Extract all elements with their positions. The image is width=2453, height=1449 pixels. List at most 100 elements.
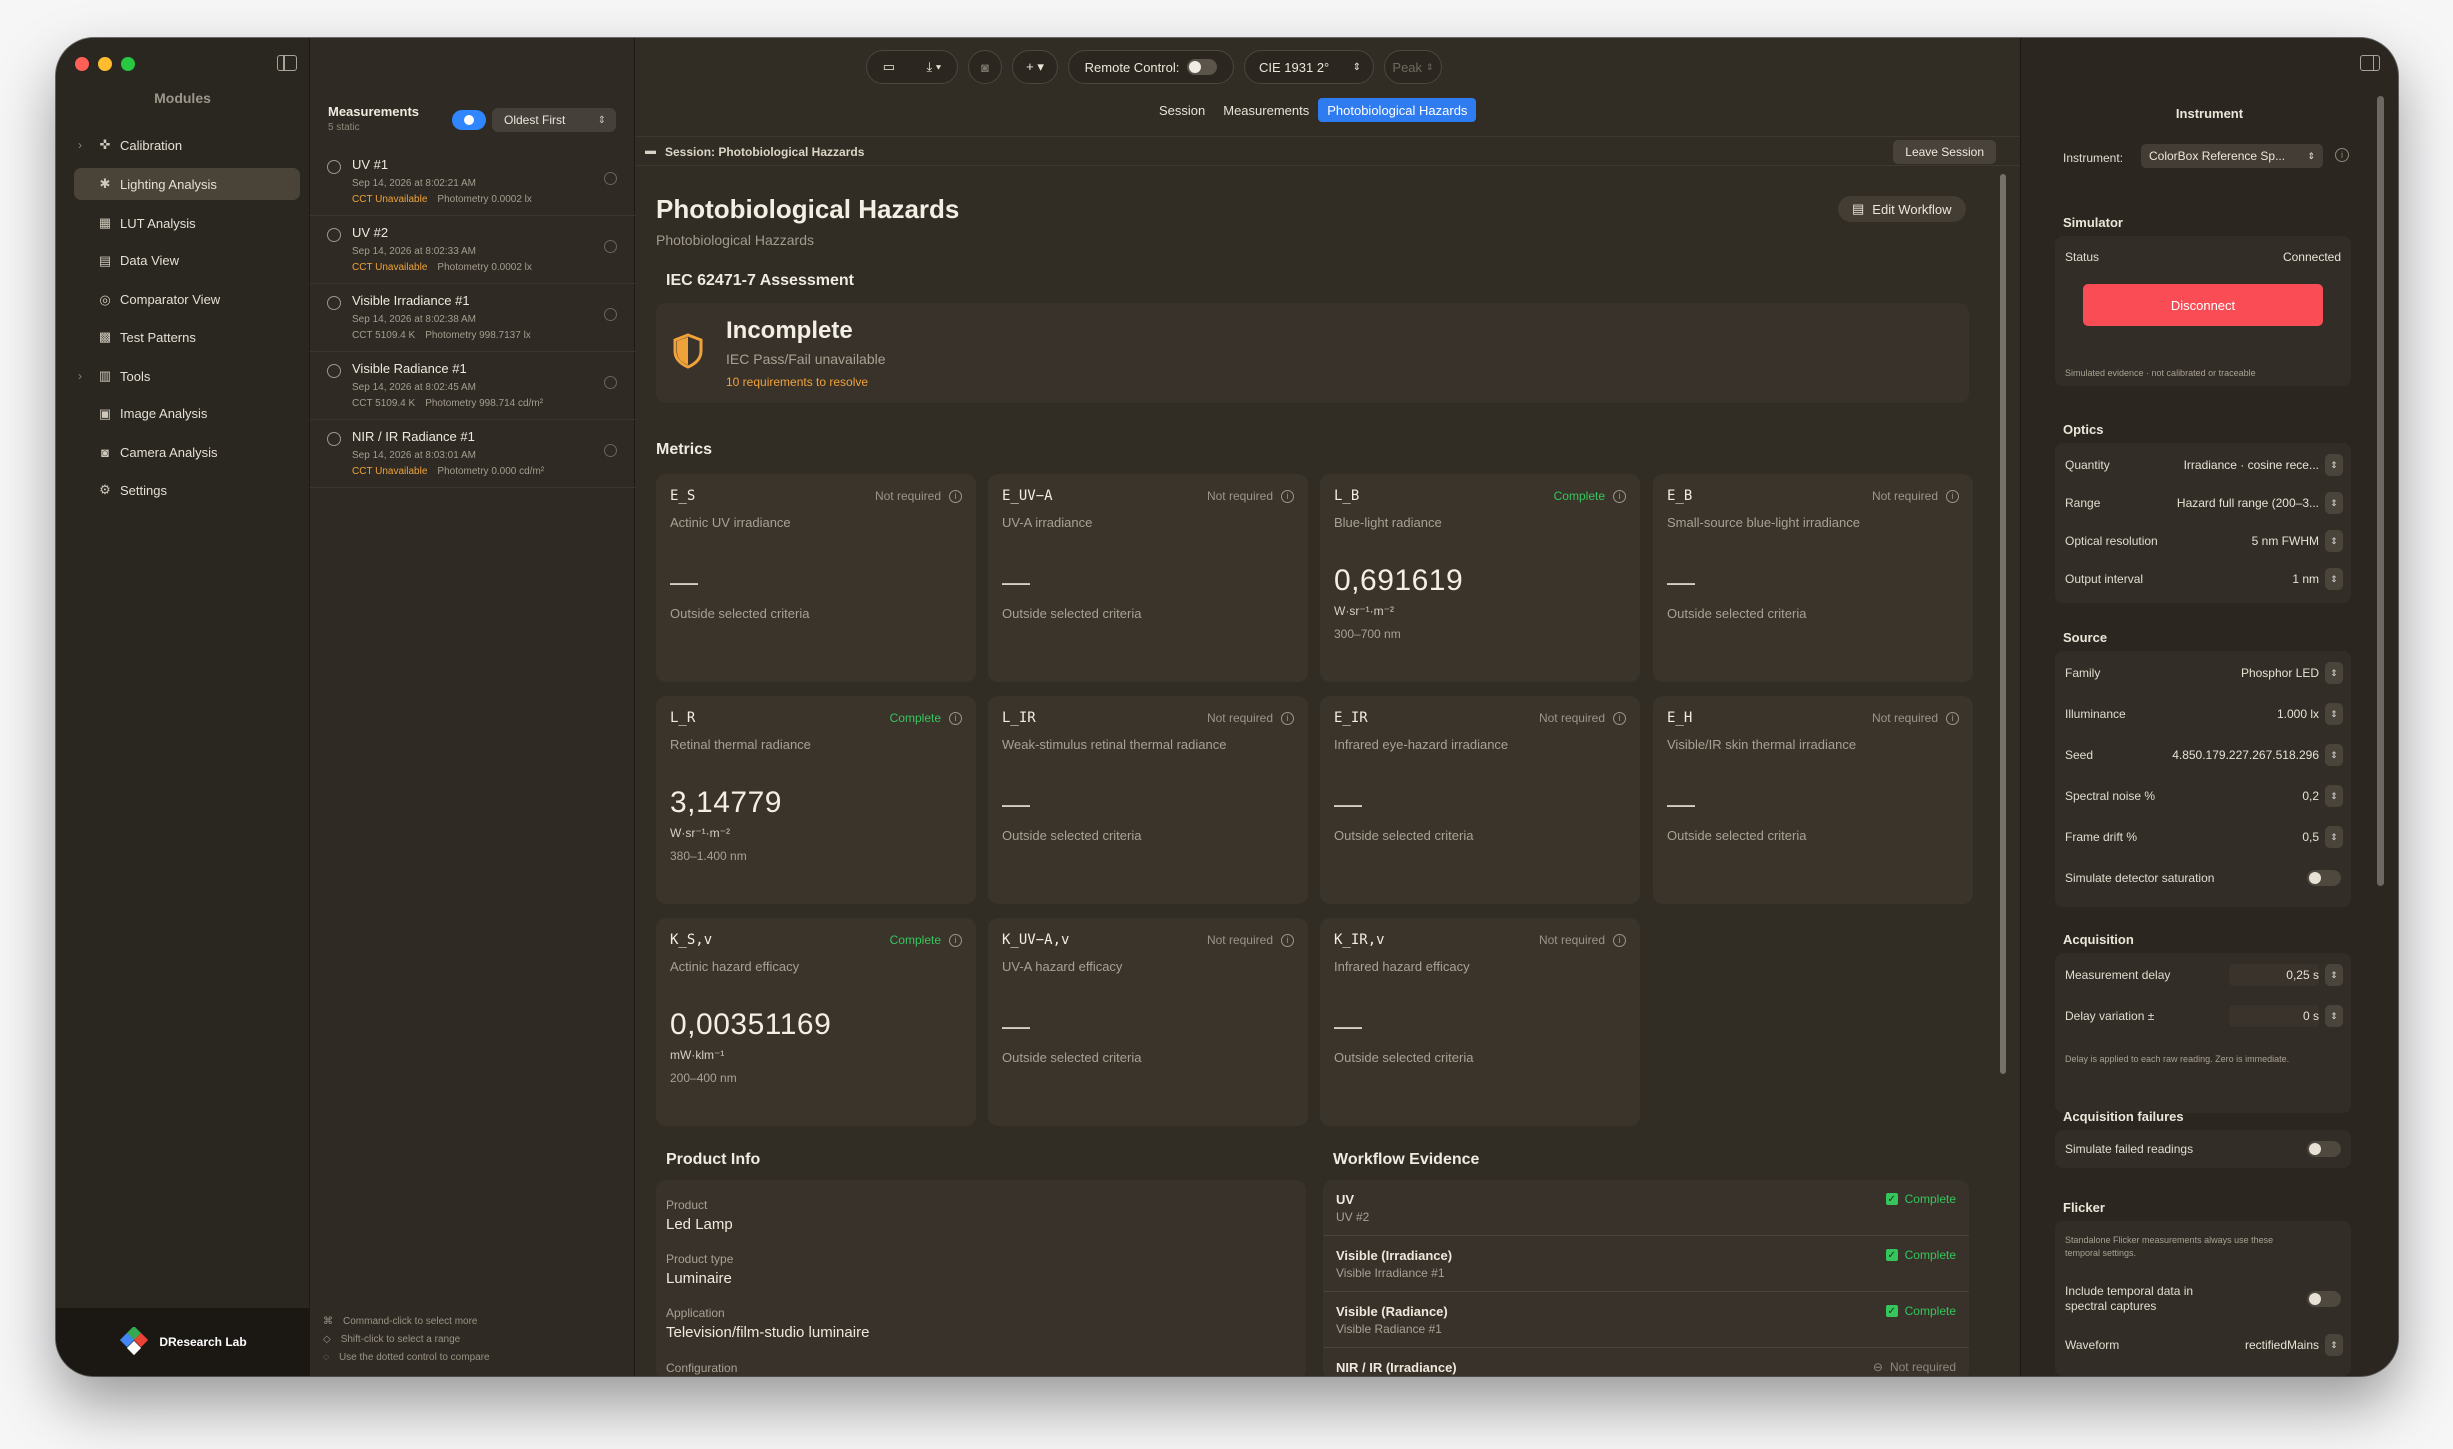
metric-card[interactable]: E_B Not required i Small-source blue-light …: [1653, 474, 1973, 682]
metric-card[interactable]: E_S Not required i Actinic UV irradiance — Ou…: [656, 474, 976, 682]
sidebar-item-image-analysis[interactable]: ▣ Image Analysis: [74, 398, 300, 430]
peak-select[interactable]: Peak ⇕: [1384, 50, 1442, 84]
info-icon[interactable]: i: [1281, 489, 1294, 503]
measurements-header: Measurements 5 static: [328, 104, 419, 133]
updown-chevron-icon[interactable]: ⇕: [2325, 662, 2343, 684]
updown-chevron-icon[interactable]: ⇕: [2325, 1005, 2343, 1027]
updown-chevron-icon[interactable]: ⇕: [2325, 492, 2343, 514]
evidence-row[interactable]: Visible (Radiance) Visible Radiance #1 ✓…: [1323, 1292, 1969, 1348]
instrument-select[interactable]: ColorBox Reference Sp... ⇕: [2141, 144, 2323, 168]
sidebar-item-lut-analysis[interactable]: ▦ LUT Analysis: [74, 207, 300, 239]
updown-chevron-icon[interactable]: ⇕: [2325, 744, 2343, 766]
remote-control-switch[interactable]: [1187, 59, 1218, 75]
measurement-row[interactable]: UV #2 Sep 14, 2026 at 8:02:33 AM CCT Unava…: [310, 216, 635, 284]
saturation-toggle[interactable]: [2307, 870, 2341, 886]
evidence-row[interactable]: NIR / IR (Irradiance) ⊖ Not required: [1323, 1348, 1969, 1376]
select-radio[interactable]: [327, 160, 341, 174]
metric-card[interactable]: E_IR Not required i Infrared eye-hazard irr…: [1320, 696, 1640, 904]
status-value: Connected: [2282, 250, 2341, 264]
evidence-row[interactable]: Visible (Irradiance) Visible Irradiance …: [1323, 1236, 1969, 1292]
updown-chevron-icon[interactable]: ⇕: [2325, 826, 2343, 848]
info-icon[interactable]: i: [949, 933, 962, 947]
temporal-data-toggle[interactable]: [2307, 1291, 2341, 1307]
updown-chevron-icon[interactable]: ⇕: [2325, 1334, 2343, 1356]
info-icon[interactable]: i: [949, 711, 962, 725]
leave-session-button[interactable]: Leave Session: [1893, 140, 1996, 164]
info-icon[interactable]: i: [1281, 711, 1294, 725]
measurements-count: 5 static: [328, 122, 360, 133]
camera-icon[interactable]: ◙: [968, 50, 1002, 84]
live-toggle[interactable]: [452, 110, 486, 130]
sidebar-item-data-view[interactable]: ▤ Data View: [74, 245, 300, 277]
compare-dotted-control[interactable]: [604, 240, 617, 253]
info-icon[interactable]: i: [949, 489, 962, 503]
select-radio[interactable]: [327, 432, 341, 446]
compare-dotted-control[interactable]: [604, 444, 617, 457]
failed-readings-toggle[interactable]: [2307, 1141, 2341, 1157]
updown-chevron-icon[interactable]: ⇕: [2325, 785, 2343, 807]
compare-dotted-control[interactable]: [604, 376, 617, 389]
updown-chevron-icon[interactable]: ⇕: [2325, 454, 2343, 476]
metric-card[interactable]: K_S,v Complete i Actinic hazard efficacy 0,0…: [656, 918, 976, 1126]
select-radio[interactable]: [327, 296, 341, 310]
info-icon[interactable]: i: [1946, 489, 1959, 503]
observer-select[interactable]: CIE 1931 2° ⇕: [1244, 50, 1374, 84]
save-menu-icon[interactable]: ⤓ ▾: [926, 59, 941, 75]
measurement-row[interactable]: UV #1 Sep 14, 2026 at 8:02:21 AM CCT Unava…: [310, 148, 635, 216]
assessment-warning[interactable]: 10 requirements to resolve: [726, 375, 868, 389]
updown-chevron-icon[interactable]: ⇕: [2325, 703, 2343, 725]
main-scrollbar[interactable]: [2000, 174, 2006, 1074]
edit-workflow-button[interactable]: ▤ Edit Workflow: [1838, 196, 1966, 222]
info-icon[interactable]: i: [1281, 933, 1294, 947]
sidebar-item-calibration[interactable]: › ✜ Calibration: [74, 129, 300, 161]
measurement-row[interactable]: Visible Irradiance #1 Sep 14, 2026 at 8:0…: [310, 284, 635, 352]
metric-card[interactable]: L_R Complete i Retinal thermal radiance 3,14…: [656, 696, 976, 904]
updown-chevron-icon[interactable]: ⇕: [2325, 530, 2343, 552]
sidebar-item-test-patterns[interactable]: ▩ Test Patterns: [74, 321, 300, 353]
measurement-details: CCT Unavailable Photometry 0.0002 lx: [352, 194, 532, 205]
metric-card[interactable]: E_UV−A Not required i UV-A irradiance — Outsi…: [988, 474, 1308, 682]
metric-card[interactable]: L_B Complete i Blue-light radiance 0,691619 W…: [1320, 474, 1640, 682]
close-window-button[interactable]: [75, 57, 89, 71]
inspector-scrollbar[interactable]: [2377, 96, 2384, 886]
inspector-toggle-icon[interactable]: [2360, 55, 2380, 71]
info-icon[interactable]: i: [1613, 711, 1626, 725]
sidebar-item-lighting-analysis[interactable]: ✱ Lighting Analysis: [74, 168, 300, 200]
metric-card[interactable]: K_IR,v Not required i Infrared hazard effic…: [1320, 918, 1640, 1126]
info-icon[interactable]: i: [2335, 148, 2349, 162]
evidence-row[interactable]: UV UV #2 ✓ Complete: [1323, 1180, 1969, 1236]
measurement-name: Visible Radiance #1: [352, 361, 467, 376]
updown-chevron-icon[interactable]: ⇕: [2325, 964, 2343, 986]
metric-note: Outside selected criteria: [1002, 828, 1142, 843]
metric-card[interactable]: E_H Not required i Visible/IR skin thermal …: [1653, 696, 1973, 904]
select-radio[interactable]: [327, 228, 341, 242]
sidebar-item-tools[interactable]: › ▥ Tools: [74, 360, 300, 392]
compare-dotted-control[interactable]: [604, 308, 617, 321]
tab-session[interactable]: Session: [1150, 98, 1214, 122]
evidence-title: Visible (Irradiance): [1336, 1248, 1453, 1263]
sidebar-toggle-icon[interactable]: [277, 55, 297, 71]
metric-card[interactable]: K_UV−A,v Not required i UV-A hazard efficac…: [988, 918, 1308, 1126]
measurement-cct: CCT Unavailable: [352, 194, 428, 205]
tab-measurements[interactable]: Measurements: [1214, 98, 1318, 122]
tab-photobiological-hazards[interactable]: Photobiological Hazards: [1318, 98, 1477, 122]
minimize-window-button[interactable]: [98, 57, 112, 71]
metric-card[interactable]: L_IR Not required i Weak-stimulus retinal t…: [988, 696, 1308, 904]
folder-icon[interactable]: ▭: [883, 59, 895, 75]
sort-order-select[interactable]: Oldest First ⇕: [492, 108, 616, 132]
sidebar-item-camera-analysis[interactable]: ◙ Camera Analysis: [74, 437, 300, 469]
sidebar-item-comparator-view[interactable]: ◎ Comparator View: [74, 284, 300, 316]
measurement-row[interactable]: Visible Radiance #1 Sep 14, 2026 at 8:02:…: [310, 352, 635, 420]
select-radio[interactable]: [327, 364, 341, 378]
disconnect-button[interactable]: Disconnect: [2083, 284, 2323, 326]
updown-chevron-icon[interactable]: ⇕: [2325, 568, 2343, 590]
info-icon[interactable]: i: [1946, 711, 1959, 725]
metric-description: UV-A hazard efficacy: [1002, 959, 1123, 974]
add-menu-icon[interactable]: + ▾: [1012, 50, 1058, 84]
info-icon[interactable]: i: [1613, 933, 1626, 947]
sidebar-item-settings[interactable]: ⚙ Settings: [74, 474, 300, 506]
compare-dotted-control[interactable]: [604, 172, 617, 185]
zoom-window-button[interactable]: [121, 57, 135, 71]
measurement-row[interactable]: NIR / IR Radiance #1 Sep 14, 2026 at 8:03…: [310, 420, 635, 488]
info-icon[interactable]: i: [1613, 489, 1626, 503]
